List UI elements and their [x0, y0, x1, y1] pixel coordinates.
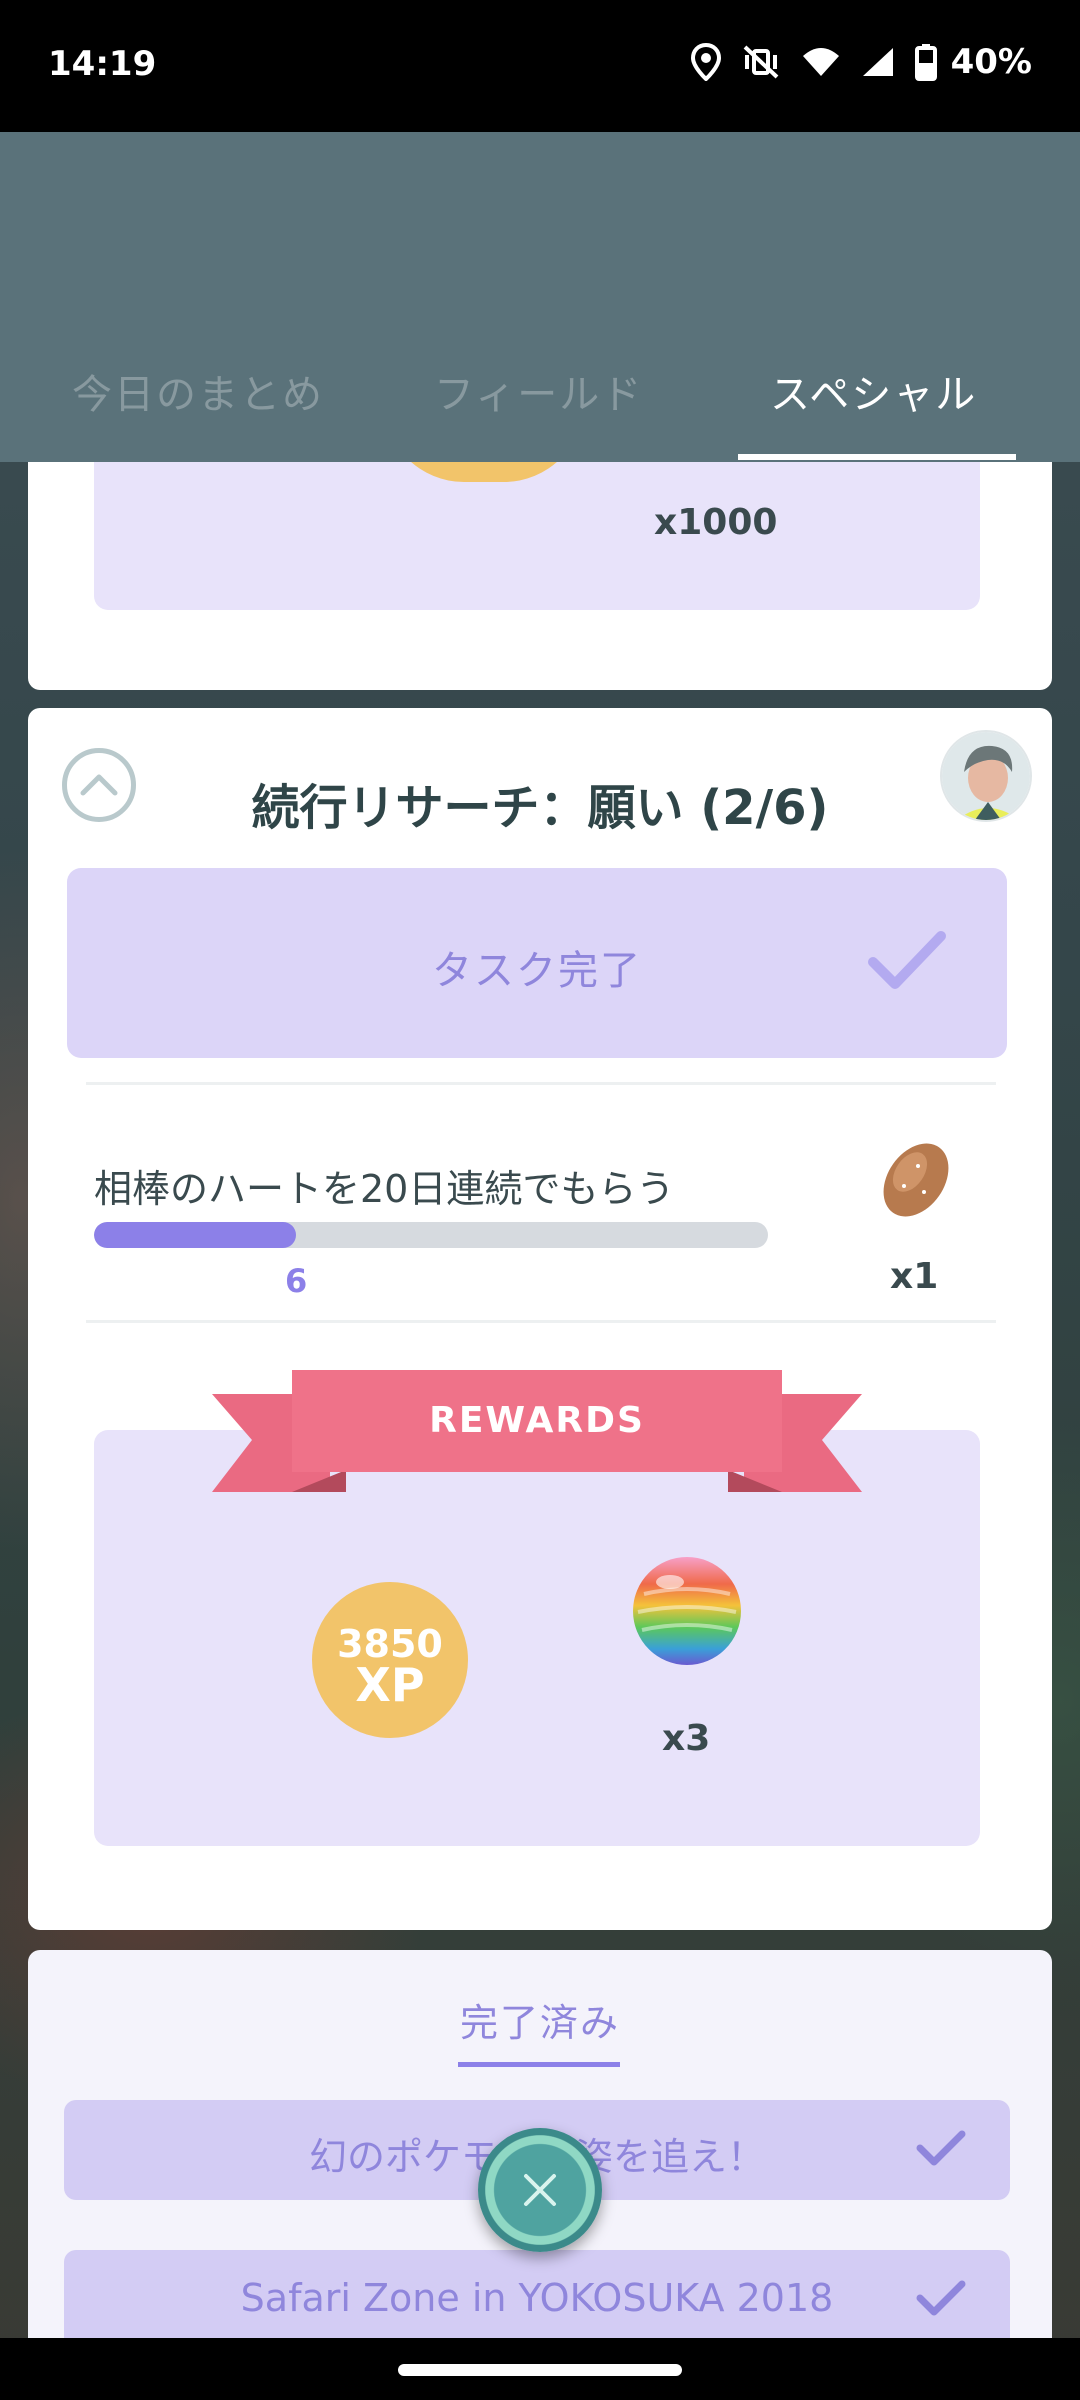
checkmark-icon [916, 2130, 966, 2166]
previous-research-card: x1000 [28, 462, 1052, 690]
rare-candy-icon [633, 1557, 741, 1665]
status-icons: 40% [690, 40, 1032, 84]
research-list[interactable]: x1000 続行リサーチ：願い (2/6) タスク完了 相棒のハートを20日連続… [0, 462, 1080, 2338]
completed-research-item[interactable]: Safari Zone in YOKOSUKA 2018 [64, 2250, 1010, 2338]
cellular-signal-icon [861, 46, 895, 78]
vibrate-off-icon [741, 43, 781, 81]
battery-icon [914, 43, 937, 81]
rare-candy-quantity: x3 [662, 1718, 711, 1759]
reward-quantity: x1000 [654, 502, 778, 543]
navigation-bar [0, 2338, 1080, 2400]
professor-willow-avatar [940, 730, 1032, 822]
checkmark-icon [916, 2280, 966, 2316]
task-complete-label: タスク完了 [432, 948, 642, 994]
task-progress-value: 6 [285, 1262, 308, 1300]
xp-coin-icon [384, 462, 584, 482]
completed-research-label: Safari Zone in YOKOSUKA 2018 [240, 2276, 834, 2320]
wifi-icon [801, 46, 841, 78]
special-research-card: 続行リサーチ：願い (2/6) タスク完了 相棒のハートを20日連続でもらう 6 [28, 708, 1052, 1930]
active-tab-indicator [738, 454, 1016, 460]
task-reward-quantity: x1 [890, 1256, 939, 1297]
close-icon [524, 2174, 556, 2206]
divider [86, 1320, 996, 1323]
close-button[interactable] [478, 2128, 602, 2252]
task-description: 相棒のハートを20日連続でもらう [94, 1167, 675, 1211]
xp-unit: XP [355, 1658, 425, 1712]
divider [86, 1082, 996, 1085]
completed-tab-indicator [458, 2062, 620, 2067]
checkmark-icon [868, 931, 946, 989]
research-title: 続行リサーチ：願い (2/6) [251, 780, 829, 836]
nanab-berry-icon [883, 1143, 949, 1217]
rewards-banner-label: REWARDS [429, 1400, 645, 1441]
task-progress-fill [94, 1222, 297, 1248]
tab-special[interactable]: スペシャル [770, 362, 977, 422]
battery-percent: 40% [950, 42, 1032, 82]
previous-rewards-panel: x1000 [94, 462, 980, 610]
task-progress-bar [94, 1222, 768, 1248]
tab-today-summary[interactable]: 今日のまとめ [72, 362, 324, 422]
xp-reward-coin: 3850 XP [312, 1582, 468, 1738]
location-icon [690, 43, 721, 81]
home-gesture-handle[interactable] [398, 2364, 682, 2376]
tab-completed[interactable]: 完了済み [28, 1992, 1052, 2047]
status-bar: 14:19 40% [0, 0, 1080, 132]
status-time: 14:19 [48, 44, 157, 84]
tab-field[interactable]: フィールド [434, 362, 643, 422]
task-complete-panel[interactable]: タスク完了 [67, 868, 1007, 1058]
header: 今日のまとめ フィールド スペシャル [0, 132, 1080, 462]
